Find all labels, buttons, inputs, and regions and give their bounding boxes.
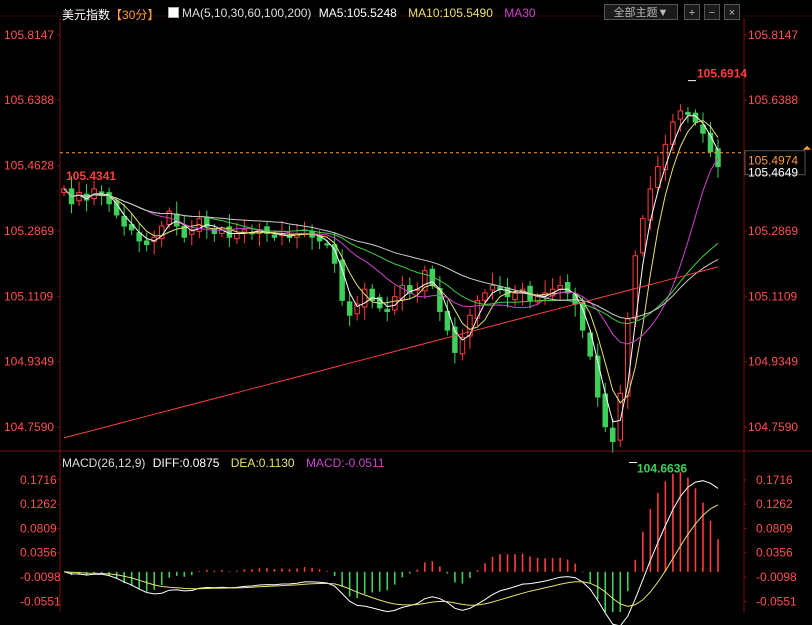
candle-body — [467, 314, 473, 337]
candle-body — [98, 191, 105, 194]
chart-canvas: 105.8147 105.8147 105.6388 105.6388 105.4628… — [0, 15, 812, 625]
ma-params: MA(5,10,30,60,100,200) — [182, 6, 312, 20]
macd-legend: MACD(26,12,9) DIFF:0.0875 DEA:0.1130 MAC… — [62, 456, 384, 470]
dea-value: DEA:0.1130 — [230, 456, 295, 470]
candle-body — [241, 229, 248, 233]
candle-body — [715, 148, 721, 168]
candle-body — [640, 218, 646, 254]
candle-body — [76, 192, 82, 202]
y-tick-label-right: 105.1109 — [748, 289, 797, 303]
y-tick-label-right: 105.8147 — [748, 28, 798, 42]
macd-tick-label-left: -0.0551 — [20, 594, 61, 608]
candle-body — [106, 192, 112, 205]
last-close-label: 105.4649 — [748, 166, 798, 180]
y-tick-label-right: 105.6388 — [748, 93, 798, 107]
y-tick-label-right: 104.7590 — [748, 420, 798, 434]
ma100-line — [63, 188, 719, 320]
macd-value: MACD:-0.0511 — [305, 456, 385, 470]
y-tick-label-left: 105.4628 — [4, 159, 54, 173]
candle-body — [610, 427, 616, 443]
ma10-line — [63, 119, 719, 404]
y-tick-label-left: 105.6388 — [4, 93, 54, 107]
candle-body — [143, 240, 150, 246]
y-tick-label-right: 105.2869 — [748, 224, 798, 238]
candle-body — [677, 110, 684, 120]
macd-tick-label-left: -0.0098 — [20, 570, 61, 584]
ma-legend: MA(5,10,30,60,100,200) MA5:105.5248 MA10… — [168, 6, 536, 20]
candle-body — [557, 285, 563, 290]
candle-body — [271, 234, 278, 238]
diff-value: DIFF:0.0875 — [152, 456, 220, 470]
candle-body — [489, 285, 496, 291]
chart-title: 美元指数【30分】 — [62, 6, 159, 23]
y-tick-label-left: 105.8147 — [4, 28, 54, 42]
close-icon[interactable]: × — [724, 4, 740, 20]
chart-window: 105.8147 105.8147 105.6388 105.6388 105.4628… — [0, 0, 812, 625]
ma30-value: MA30 — [504, 6, 536, 20]
y-tick-label-left: 105.2869 — [4, 224, 54, 238]
macd-tick-label-left: 0.0809 — [20, 521, 57, 535]
high-annotation: 105.6914 — [697, 67, 747, 81]
candle-body — [655, 166, 661, 188]
candle-body — [113, 200, 120, 216]
candle-body — [384, 308, 390, 313]
ma-settings-icon[interactable] — [168, 7, 179, 18]
macd-params: MACD(26,12,9) — [62, 456, 146, 470]
period-label: 【30分】 — [110, 8, 160, 22]
macd-tick-label-right: 0.1716 — [756, 473, 793, 487]
zoom-in-icon[interactable]: + — [684, 4, 700, 20]
zoom-out-icon[interactable]: − — [704, 4, 720, 20]
y-tick-label-left: 104.7590 — [4, 420, 54, 434]
macd-tick-label-right: -0.0098 — [756, 570, 797, 584]
price-marker-icon — [803, 145, 811, 150]
candle-body — [482, 292, 488, 301]
macd-tick-label-right: 0.1262 — [756, 497, 793, 511]
y-tick-label-left: 104.9349 — [4, 355, 54, 369]
macd-tick-label-right: 0.0809 — [756, 521, 793, 535]
theme-dropdown[interactable]: 全部主题▼ — [604, 4, 678, 20]
candle-body — [346, 301, 353, 316]
candle-body — [324, 243, 330, 246]
ma10-value: MA10:105.5490 — [408, 6, 493, 20]
left-high-annotation: 105.4341 — [66, 169, 116, 183]
candle-body — [512, 292, 518, 301]
candle-body — [685, 111, 691, 116]
ma60-line — [63, 188, 719, 325]
y-tick-label-left: 105.1109 — [4, 289, 53, 303]
macd-tick-label-left: 0.1262 — [20, 497, 57, 511]
y-tick-label-right: 104.9349 — [748, 355, 798, 369]
instrument-name: 美元指数 — [62, 8, 111, 22]
macd-tick-label-left: 0.1716 — [20, 473, 57, 487]
candle-body — [286, 235, 293, 238]
ma5-line — [63, 115, 719, 423]
candle-body — [234, 233, 240, 240]
macd-tick-label-right: -0.0551 — [756, 594, 797, 608]
candle-body — [121, 215, 127, 227]
macd-tick-label-left: 0.0356 — [20, 546, 57, 560]
macd-tick-label-right: 0.0356 — [756, 546, 793, 560]
ma5-value: MA5:105.5248 — [318, 6, 397, 20]
